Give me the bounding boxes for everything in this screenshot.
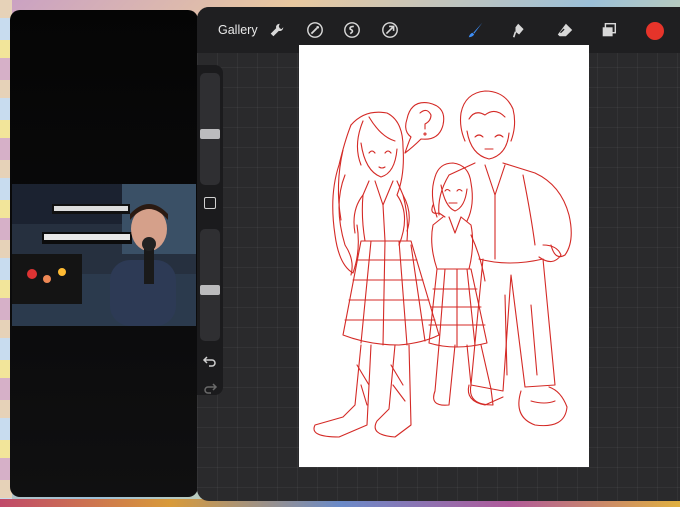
brush-icon[interactable] — [465, 19, 487, 41]
opacity-thumb[interactable] — [200, 285, 220, 296]
redo-icon[interactable] — [202, 380, 218, 396]
sketch-artwork — [313, 90, 572, 438]
layers-icon[interactable] — [598, 19, 620, 41]
selection-icon[interactable] — [341, 19, 363, 41]
undo-icon[interactable] — [202, 353, 218, 369]
color-picker-button[interactable] — [646, 22, 664, 40]
gallery-button[interactable]: Gallery — [218, 23, 258, 37]
sidebar — [197, 65, 223, 395]
webcam-feed — [12, 184, 196, 326]
magic-wand-icon[interactable] — [304, 19, 326, 41]
smudge-icon[interactable] — [509, 19, 531, 41]
modify-button[interactable] — [204, 197, 216, 209]
brush-size-thumb[interactable] — [200, 129, 220, 140]
eraser-icon[interactable] — [554, 19, 576, 41]
drawing-canvas[interactable] — [299, 45, 589, 467]
procreate-window: Gallery — [197, 7, 680, 501]
wrench-icon[interactable] — [266, 19, 288, 41]
webcam-image — [12, 184, 196, 326]
transform-icon[interactable] — [379, 19, 401, 41]
